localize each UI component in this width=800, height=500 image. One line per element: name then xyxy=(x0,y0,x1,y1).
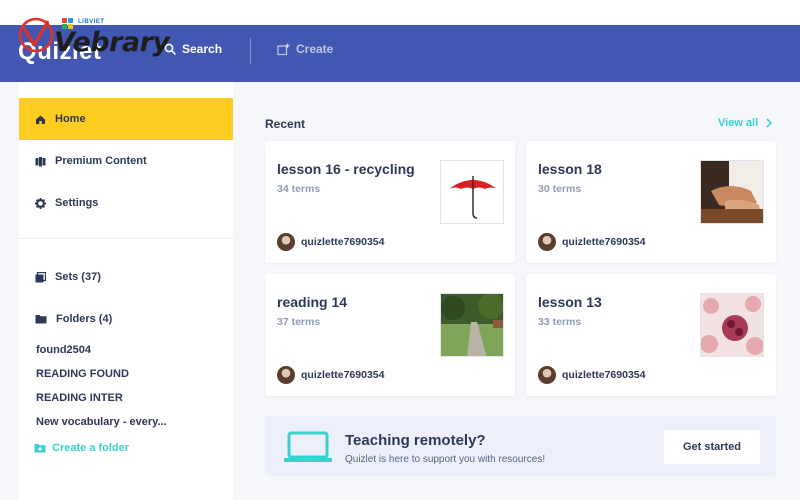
sidebar-item-sets[interactable]: Sets (37) xyxy=(19,256,233,298)
view-all-label: View all xyxy=(718,117,759,129)
card-title[interactable]: lesson 18 xyxy=(538,161,602,177)
study-set-card[interactable]: reading 14 37 terms quizlette7690354 xyxy=(265,274,515,396)
card-author[interactable]: quizlette7690354 xyxy=(277,233,384,251)
folder-icon xyxy=(35,315,47,324)
create-icon xyxy=(277,43,290,55)
library-icon xyxy=(35,156,46,166)
view-all-link[interactable]: View all xyxy=(718,117,773,129)
folder-link[interactable]: READING FOUND xyxy=(36,368,129,380)
sidebar-item-label: Home xyxy=(55,113,86,125)
sidebar-item-premium-content[interactable]: Premium Content xyxy=(19,140,233,182)
home-icon xyxy=(36,115,45,124)
search-button[interactable]: Search xyxy=(164,42,222,56)
sidebar-item-label: Premium Content xyxy=(55,155,147,167)
sidebar-item-label: Folders (4) xyxy=(56,313,113,325)
card-author[interactable]: quizlette7690354 xyxy=(538,366,645,384)
gear-icon xyxy=(35,197,46,209)
laptop-icon xyxy=(284,431,332,462)
sets-icon xyxy=(35,271,46,282)
card-author[interactable]: quizlette7690354 xyxy=(277,366,384,384)
card-terms: 37 terms xyxy=(277,316,321,328)
avatar xyxy=(277,366,295,384)
hands-image xyxy=(700,160,764,224)
add-folder-icon xyxy=(34,444,46,453)
avatar xyxy=(538,233,556,251)
study-set-card[interactable]: lesson 13 33 terms quizlette7690354 xyxy=(526,274,776,396)
folder-link[interactable]: READING INTER xyxy=(36,392,123,404)
sidebar-item-folders[interactable]: Folders (4) xyxy=(19,298,233,340)
nav-divider xyxy=(250,38,251,64)
study-set-card[interactable]: lesson 16 - recycling 34 terms quizlette… xyxy=(265,141,515,263)
sidebar-divider xyxy=(19,238,233,239)
card-terms: 34 terms xyxy=(277,183,321,195)
author-name: quizlette7690354 xyxy=(562,236,646,248)
get-started-button[interactable]: Get started xyxy=(664,430,760,464)
create-folder-label: Create a folder xyxy=(52,442,130,454)
banner-title: Teaching remotely? xyxy=(345,432,486,449)
chevron-right-icon xyxy=(766,118,773,128)
folder-link[interactable]: found2504 xyxy=(36,344,91,356)
search-label: Search xyxy=(182,42,223,56)
create-label: Create xyxy=(296,42,334,56)
watermark-small-text: LIBVIET xyxy=(78,19,105,25)
card-title[interactable]: lesson 13 xyxy=(538,294,602,310)
banner-subtitle: Quizlet is here to support you with reso… xyxy=(345,454,546,465)
author-name: quizlette7690354 xyxy=(562,369,646,381)
author-name: quizlette7690354 xyxy=(301,369,385,381)
sidebar: Home Premium Content Settings Sets (37) … xyxy=(19,82,233,500)
recent-heading: Recent xyxy=(265,117,306,131)
study-set-card[interactable]: lesson 18 30 terms quizlette7690354 xyxy=(526,141,776,263)
teaching-remotely-banner: Teaching remotely? Quizlet is here to su… xyxy=(265,416,776,476)
author-name: quizlette7690354 xyxy=(301,236,385,248)
umbrella-image xyxy=(440,160,504,224)
card-terms: 30 terms xyxy=(538,183,582,195)
sidebar-item-home[interactable]: Home xyxy=(19,98,233,140)
avatar xyxy=(277,233,295,251)
sidebar-item-label: Sets (37) xyxy=(55,271,101,283)
cells-image xyxy=(700,293,764,357)
card-title[interactable]: reading 14 xyxy=(277,294,347,310)
street-image xyxy=(440,293,504,357)
create-button[interactable]: Create xyxy=(277,42,333,56)
avatar xyxy=(538,366,556,384)
sidebar-item-label: Settings xyxy=(55,197,99,209)
card-author[interactable]: quizlette7690354 xyxy=(538,233,645,251)
card-terms: 33 terms xyxy=(538,316,582,328)
folder-link[interactable]: New vocabulary - every... xyxy=(36,416,167,428)
sidebar-item-settings[interactable]: Settings xyxy=(19,182,233,224)
watermark-text: Vebrary xyxy=(54,27,170,58)
card-title[interactable]: lesson 16 - recycling xyxy=(277,161,415,177)
create-folder-link[interactable]: Create a folder xyxy=(34,442,129,454)
